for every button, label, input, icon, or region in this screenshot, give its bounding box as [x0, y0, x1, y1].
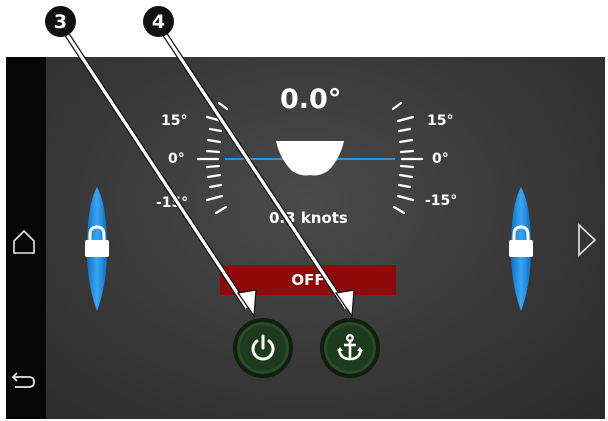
left-trim-tab[interactable] — [80, 185, 114, 313]
callout-badge-4: 4 — [143, 6, 174, 37]
home-icon[interactable] — [12, 229, 36, 255]
anchor-button[interactable] — [320, 318, 380, 378]
power-button[interactable] — [233, 318, 293, 378]
left-scale-bottom-label: -15° — [156, 195, 189, 211]
anchor-icon — [337, 334, 363, 361]
left-scale-top-label: 15° — [161, 113, 188, 129]
back-icon[interactable] — [11, 369, 37, 391]
right-tick-scale — [391, 101, 424, 215]
left-scale-mid-label: 0° — [168, 151, 185, 167]
callout-badge-3: 3 — [45, 6, 76, 37]
chevron-right-icon[interactable] — [576, 222, 598, 258]
right-scale-top-label: 15° — [427, 113, 454, 129]
power-icon — [251, 334, 275, 361]
right-scale-mid-label: 0° — [432, 151, 449, 167]
left-tick-scale — [196, 101, 229, 215]
right-trim-tab[interactable] — [504, 185, 538, 313]
boat-hull-icon — [276, 141, 344, 176]
status-badge: OFF — [220, 265, 396, 295]
status-label: OFF — [291, 271, 325, 289]
right-scale-bottom-label: -15° — [425, 193, 458, 209]
speed-readout: 0.3 knots — [269, 209, 348, 227]
heading-readout: 0.0° — [280, 84, 342, 115]
